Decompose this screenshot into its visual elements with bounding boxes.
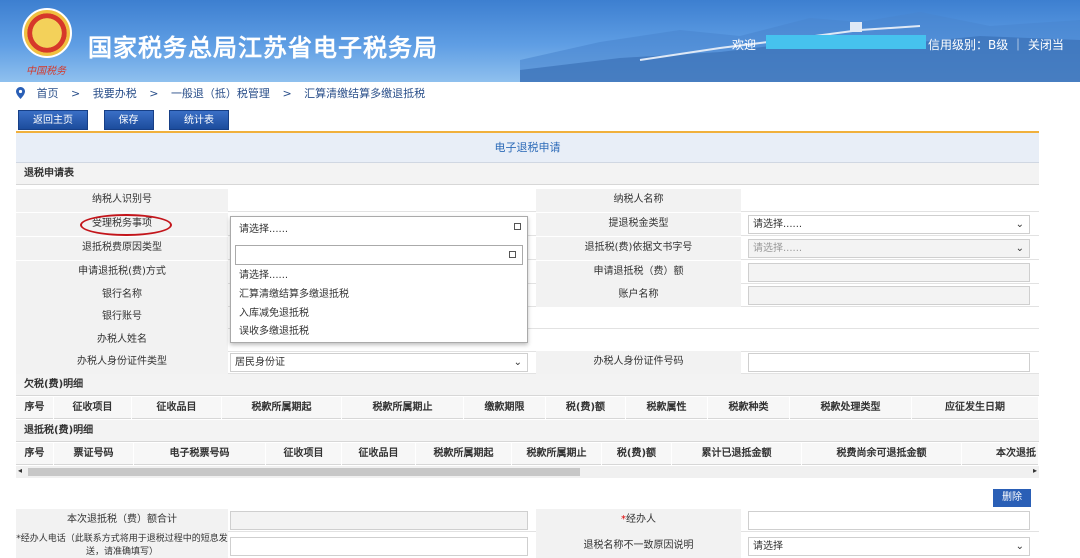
col-header: 征收品目: [342, 443, 416, 465]
label-document-no: 退抵税(费)依据文书字号: [536, 237, 741, 260]
breadcrumb: 首页 > 我要办税 > 一般退（抵）税管理 > 汇算清缴结算多缴退抵税: [16, 85, 434, 103]
credit-level-close[interactable]: 信用级别：B级 ｜ 关闭当: [928, 36, 1064, 53]
label-id-type: 办税人身份证件类型: [16, 351, 228, 374]
label-account-name: 账户名称: [536, 284, 741, 307]
col-header: 序号: [16, 443, 54, 465]
delete-button[interactable]: 删除: [993, 489, 1031, 507]
statistics-button[interactable]: 统计表: [169, 110, 229, 130]
col-header: 税款属性: [626, 397, 708, 419]
matter-dropdown[interactable]: 请选择...... 请选择...... 汇算清缴结算多缴退抵税 入库减免退抵税 …: [230, 216, 528, 343]
breadcrumb-sep: >: [282, 87, 292, 100]
scroll-right-icon[interactable]: ▸: [1033, 466, 1037, 475]
dropdown-clear-icon[interactable]: [509, 251, 516, 258]
total-input[interactable]: [230, 511, 528, 530]
breadcrumb-tax[interactable]: 我要办税: [93, 87, 137, 100]
annotation-oval: [80, 214, 172, 236]
toolbar: 返回主页 保存 统计表: [18, 110, 241, 130]
breadcrumb-sep: >: [71, 87, 81, 100]
col-header: 征收项目: [266, 443, 342, 465]
horizontal-scrollbar[interactable]: ◂ ▸: [16, 466, 1039, 478]
tax-emblem-logo: [22, 8, 72, 58]
col-header: 税款所属期起: [416, 443, 512, 465]
col-header: 电子税票号码: [134, 443, 266, 465]
label-bank: 银行名称: [16, 284, 228, 307]
col-header: 税(费)额: [602, 443, 672, 465]
back-home-button[interactable]: 返回主页: [18, 110, 88, 130]
label-refund-type: 提退税金类型: [536, 213, 741, 236]
section-refund-detail: 退抵税(费)明细: [16, 420, 1039, 442]
redacted-username: [766, 35, 926, 49]
col-header: 票证号码: [54, 443, 134, 465]
row-phone: *经办人电话（此联系方式将用于退税过程中的短息发送，请准确填写） 退税名称不一致…: [16, 532, 1039, 558]
label-reason: 退抵税费原因类型: [16, 237, 228, 260]
welcome-text: 欢迎: [732, 38, 757, 52]
row-total: 本次退抵税（费）额合计 *经办人: [16, 509, 1039, 532]
breadcrumb-refund-mgmt[interactable]: 一般退（抵）税管理: [171, 87, 270, 100]
save-button[interactable]: 保存: [103, 110, 154, 130]
form-title: 电子退税申请: [16, 133, 1039, 163]
dropdown-option[interactable]: 误收多缴退抵税: [237, 323, 309, 340]
site-title: 国家税务总局江苏省电子税务局: [88, 34, 438, 62]
dropdown-search-input[interactable]: [235, 245, 523, 265]
col-header: 序号: [16, 397, 54, 419]
label-handler-name: 办税人姓名: [16, 329, 228, 352]
id-number-input[interactable]: [748, 353, 1030, 372]
scroll-left-icon[interactable]: ◂: [18, 466, 22, 475]
label-taxpayer-id: 纳税人识别号: [16, 189, 228, 212]
label-phone: *经办人电话（此联系方式将用于退税过程中的短息发送，请准确填写）: [16, 532, 228, 558]
breadcrumb-sep: >: [149, 87, 159, 100]
dropdown-option-highlighted[interactable]: 汇算清缴结算多缴退抵税: [237, 286, 349, 303]
chevron-down-icon: ⌄: [1015, 243, 1024, 254]
dropdown-toggle-icon[interactable]: [514, 223, 521, 230]
col-header: 征收项目: [54, 397, 132, 419]
col-header: 累计已退抵金额: [672, 443, 802, 465]
col-header: 税款所属期起: [222, 397, 342, 419]
id-type-select[interactable]: 居民身份证 ⌄: [230, 353, 528, 372]
arrears-header: 序号 征收项目 征收品目 税款所属期起 税款所属期止 缴款期限 税(费)额 税款…: [16, 397, 1039, 419]
label-method: 申请退抵税(费)方式: [16, 261, 228, 284]
breadcrumb-current: 汇算清缴结算多缴退抵税: [304, 87, 426, 100]
location-pin-icon: [16, 87, 25, 99]
label-handler: *经办人: [536, 509, 741, 532]
label-total: 本次退抵税（费）额合计: [16, 509, 228, 532]
col-header: 税款种类: [708, 397, 790, 419]
col-header: 税款所属期止: [512, 443, 602, 465]
label-account: 银行账号: [16, 306, 228, 329]
breadcrumb-home[interactable]: 首页: [37, 87, 59, 100]
scrollbar-thumb[interactable]: [28, 468, 580, 476]
dropdown-selected[interactable]: 请选择......: [235, 221, 523, 239]
label-taxpayer-name: 纳税人名称: [536, 189, 741, 212]
handler-input[interactable]: [748, 511, 1030, 530]
row-taxpayer-id: 纳税人识别号 纳税人名称: [16, 189, 1039, 212]
label-mismatch: 退税名称不一致原因说明: [536, 532, 741, 558]
refund-header: 序号 票证号码 电子税票号码 征收项目 征收品目 税款所属期起 税款所属期止 税…: [16, 443, 1039, 465]
col-header: 应征发生日期: [912, 397, 1039, 419]
chevron-down-icon: ⌄: [1015, 219, 1024, 230]
label-amount: 申请退抵税（费）额: [536, 261, 741, 284]
col-header: 征收品目: [132, 397, 222, 419]
dropdown-option[interactable]: 入库减免退抵税: [237, 305, 309, 322]
col-header: 税款所属期止: [342, 397, 464, 419]
label-id-number: 办税人身份证件号码: [536, 351, 741, 374]
amount-input[interactable]: [748, 263, 1030, 282]
account-name-input[interactable]: [748, 286, 1030, 305]
col-header: 缴款期限: [464, 397, 546, 419]
brand-script: 中国税务: [26, 66, 66, 77]
header-banner: 中国税务 国家税务总局江苏省电子税务局 欢迎 信用级别：B级 ｜ 关闭当: [0, 0, 1080, 82]
chevron-down-icon: ⌄: [513, 357, 522, 368]
dropdown-option[interactable]: 请选择......: [237, 267, 288, 284]
col-header: 税费尚余可退抵金额: [802, 443, 962, 465]
col-header: 税款处理类型: [790, 397, 912, 419]
mismatch-select[interactable]: 请选择 ⌄: [748, 537, 1030, 556]
col-header: 本次退抵: [962, 443, 1039, 465]
document-no-select[interactable]: 请选择...... ⌄: [748, 239, 1030, 258]
refund-type-select[interactable]: 请选择...... ⌄: [748, 215, 1030, 234]
refund-form: 电子退税申请 退税申请表 纳税人识别号 纳税人名称 受理税务事项 提退税金类型 …: [16, 131, 1039, 558]
row-id-type: 办税人身份证件类型 居民身份证 ⌄ 办税人身份证件号码: [16, 351, 1039, 374]
phone-input[interactable]: [230, 537, 528, 556]
section-refund-application: 退税申请表: [16, 163, 1039, 185]
col-header: 税(费)额: [546, 397, 626, 419]
section-arrears: 欠税(费)明细: [16, 374, 1039, 396]
chevron-down-icon: ⌄: [1015, 541, 1024, 552]
